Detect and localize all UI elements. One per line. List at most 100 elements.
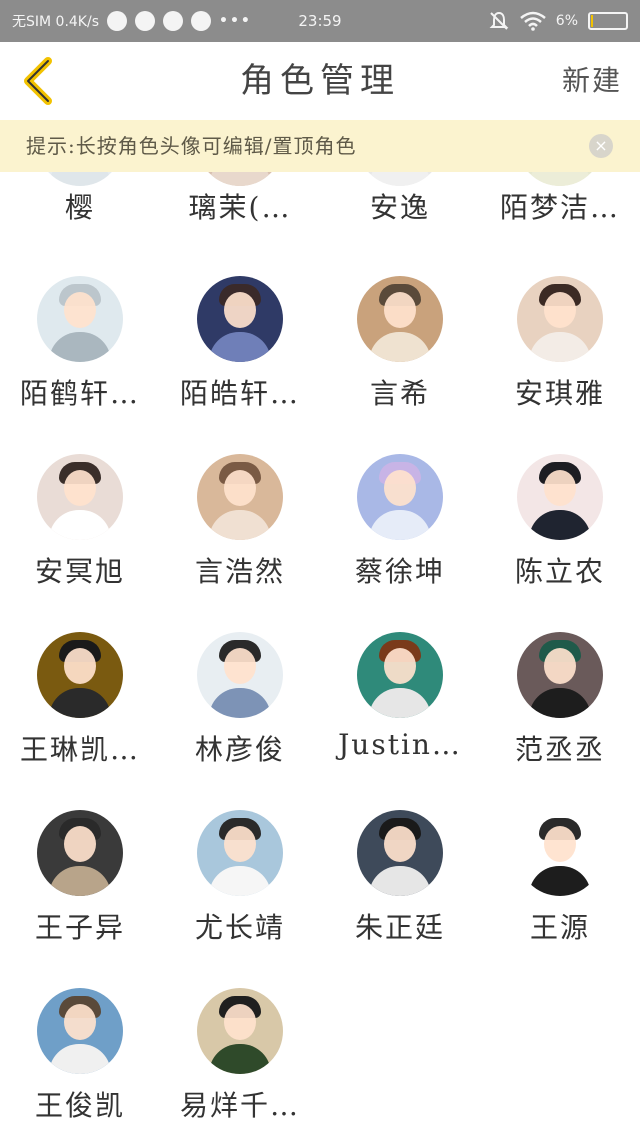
- role-avatar[interactable]: [517, 172, 603, 186]
- avatar-face: [384, 292, 416, 328]
- avatar-face: [64, 648, 96, 684]
- role-avatar[interactable]: [517, 632, 603, 718]
- avatar-face: [384, 470, 416, 506]
- role-avatar[interactable]: [37, 454, 123, 540]
- role-card[interactable]: 王子异: [0, 810, 160, 960]
- avatar-body: [529, 510, 591, 540]
- avatar-body: [369, 172, 431, 186]
- role-name: 王琳凯…: [19, 733, 140, 766]
- role-name: 言浩然: [194, 555, 285, 588]
- role-name: 范丞丞: [514, 733, 605, 766]
- battery-fill: [591, 15, 594, 27]
- role-card[interactable]: 蔡徐坤: [320, 454, 480, 604]
- role-avatar[interactable]: [37, 172, 123, 186]
- avatar-body: [209, 172, 271, 186]
- role-avatar[interactable]: [517, 454, 603, 540]
- role-card[interactable]: 王俊凯: [0, 988, 160, 1138]
- role-avatar[interactable]: [357, 172, 443, 186]
- wifi-icon: [519, 11, 546, 31]
- new-role-button[interactable]: 新建: [562, 42, 622, 120]
- avatar-body: [209, 510, 271, 540]
- avatar-body: [49, 866, 111, 896]
- role-avatar[interactable]: [37, 810, 123, 896]
- role-avatar[interactable]: [517, 810, 603, 896]
- role-card[interactable]: 安琪雅: [480, 276, 640, 426]
- role-avatar[interactable]: [197, 172, 283, 186]
- role-name: 陈立农: [514, 555, 605, 588]
- role-card[interactable]: 安冥旭: [0, 454, 160, 604]
- avatar-body: [49, 172, 111, 186]
- role-name: Justin…: [338, 728, 462, 761]
- role-avatar[interactable]: [517, 276, 603, 362]
- role-name: 陌皓轩…: [179, 377, 300, 410]
- role-card[interactable]: 陈立农: [480, 454, 640, 604]
- role-name: 璃茉(…: [188, 191, 292, 224]
- avatar-body: [529, 866, 591, 896]
- role-card[interactable]: 陌鹤轩…: [0, 276, 160, 426]
- avatar-body: [209, 866, 271, 896]
- role-name: 尤长靖: [194, 911, 285, 944]
- avatar-body: [49, 332, 111, 362]
- role-avatar[interactable]: [197, 276, 283, 362]
- role-name: 陌梦洁…: [499, 191, 620, 224]
- role-name: 安琪雅: [514, 377, 605, 410]
- avatar-body: [529, 332, 591, 362]
- avatar-body: [209, 688, 271, 718]
- avatar-body: [369, 332, 431, 362]
- role-avatar[interactable]: [357, 810, 443, 896]
- role-avatar[interactable]: [197, 632, 283, 718]
- role-avatar[interactable]: [197, 454, 283, 540]
- role-avatar[interactable]: [197, 988, 283, 1074]
- role-name: 林彦俊: [194, 733, 285, 766]
- role-name: 安逸: [369, 191, 430, 224]
- title-bar: 角色管理 新建: [0, 42, 640, 120]
- avatar-face: [384, 648, 416, 684]
- role-avatar[interactable]: [37, 988, 123, 1074]
- role-avatar[interactable]: [197, 810, 283, 896]
- avatar-body: [49, 1044, 111, 1074]
- role-avatar[interactable]: [37, 632, 123, 718]
- role-avatar[interactable]: [357, 632, 443, 718]
- role-card[interactable]: 朱正廷: [320, 810, 480, 960]
- avatar-face: [544, 826, 576, 862]
- avatar-body: [49, 688, 111, 718]
- role-card[interactable]: 尤长靖: [160, 810, 320, 960]
- role-card[interactable]: 林彦俊: [160, 632, 320, 782]
- role-name: 言希: [369, 377, 430, 410]
- avatar-body: [369, 510, 431, 540]
- avatar-face: [224, 470, 256, 506]
- avatar-face: [64, 292, 96, 328]
- role-name: 蔡徐坤: [354, 555, 445, 588]
- avatar-body: [369, 866, 431, 896]
- role-card[interactable]: 范丞丞: [480, 632, 640, 782]
- role-card[interactable]: 言希: [320, 276, 480, 426]
- avatar-face: [64, 1004, 96, 1040]
- avatar-body: [369, 688, 431, 718]
- role-card[interactable]: 易烊千…: [160, 988, 320, 1138]
- avatar-face: [224, 648, 256, 684]
- role-avatar[interactable]: [357, 276, 443, 362]
- avatar-body: [209, 1044, 271, 1074]
- role-name: 朱正廷: [354, 911, 445, 944]
- role-grid: 樱 璃茉(… 安逸 陌梦洁… 陌鹤轩… 陌皓轩… 言希 安琪雅 安冥旭 言浩然 蔡徐坤 陈立农 王琳凯……: [0, 172, 640, 1138]
- avatar-face: [64, 470, 96, 506]
- avatar-body: [209, 332, 271, 362]
- role-name: 陌鹤轩…: [19, 377, 140, 410]
- avatar-face: [64, 826, 96, 862]
- role-name: 王子异: [34, 911, 125, 944]
- status-right: 6%: [488, 0, 628, 42]
- role-name: 王俊凯: [34, 1089, 125, 1122]
- role-avatar[interactable]: [37, 276, 123, 362]
- role-avatar[interactable]: [357, 454, 443, 540]
- avatar-face: [384, 826, 416, 862]
- role-card[interactable]: 王琳凯…: [0, 632, 160, 782]
- role-card[interactable]: 王源: [480, 810, 640, 960]
- status-bar: 无SIM 0.4K/s ••• 23:59 6%: [0, 0, 640, 42]
- role-card[interactable]: 陌皓轩…: [160, 276, 320, 426]
- avatar-face: [224, 826, 256, 862]
- role-card[interactable]: Justin…: [320, 632, 480, 782]
- role-name: 王源: [529, 911, 590, 944]
- close-icon[interactable]: ×: [589, 134, 613, 158]
- mute-bell-icon: [489, 11, 509, 30]
- role-card[interactable]: 言浩然: [160, 454, 320, 604]
